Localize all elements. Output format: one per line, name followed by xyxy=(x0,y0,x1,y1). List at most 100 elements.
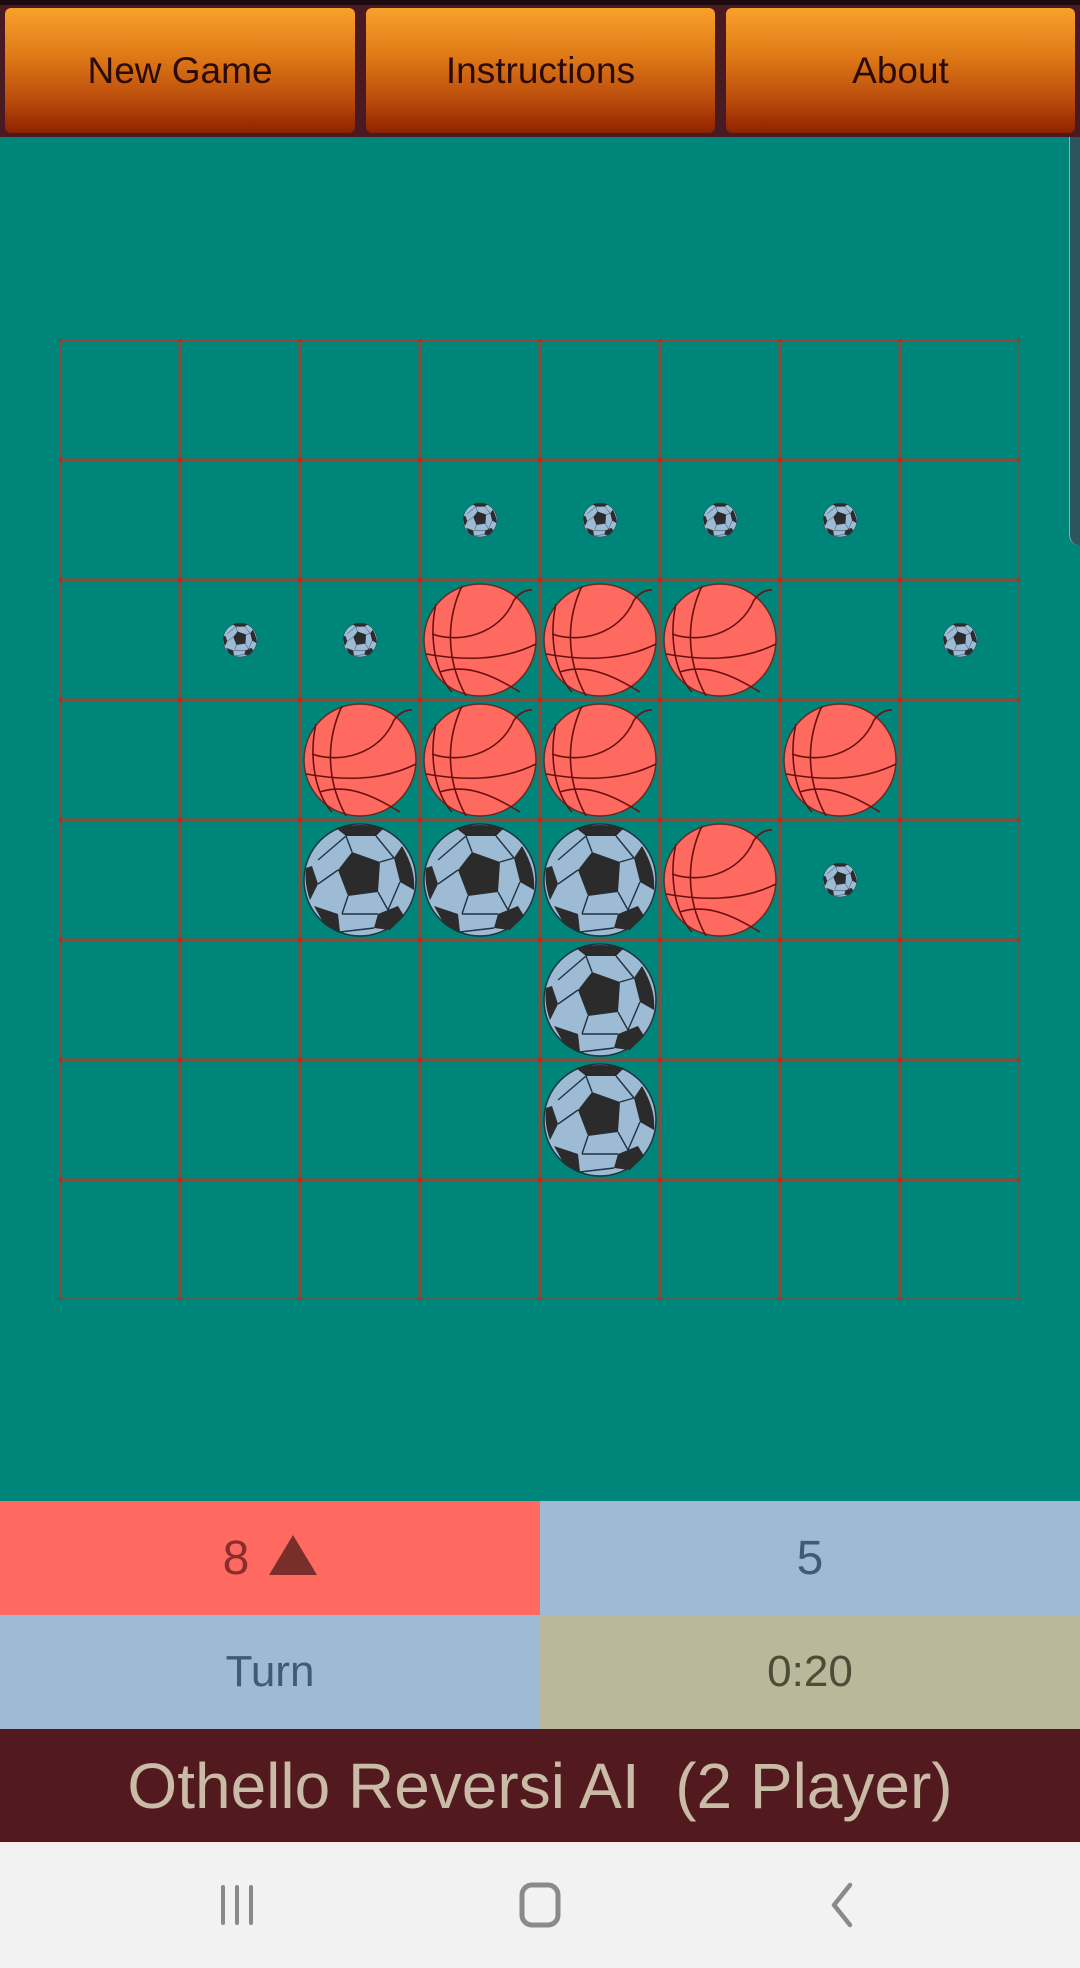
board-cell-r7-c2[interactable] xyxy=(300,1180,420,1300)
board-cell-r7-c1[interactable] xyxy=(180,1180,300,1300)
board-cell-r6-c5[interactable] xyxy=(660,1060,780,1180)
basketball-piece xyxy=(783,703,897,817)
back-button[interactable] xyxy=(803,1875,883,1935)
board-cell-r5-c5[interactable] xyxy=(660,940,780,1060)
soccer-piece xyxy=(543,943,657,1057)
board-cell-r6-c0[interactable] xyxy=(60,1060,180,1180)
soccer-move-hint-icon[interactable] xyxy=(942,622,978,658)
board-cell-r6-c1[interactable] xyxy=(180,1060,300,1180)
board-cell-r6-c3[interactable] xyxy=(420,1060,540,1180)
grid-intersection-dot xyxy=(177,1177,183,1183)
instructions-button[interactable]: Instructions xyxy=(366,8,715,133)
grid-intersection-dot xyxy=(657,1177,663,1183)
board-cell-r6-c7[interactable] xyxy=(900,1060,1020,1180)
turn-indicator-triangle-icon xyxy=(269,1535,318,1575)
grid-intersection-dot xyxy=(657,457,663,463)
board-cell-r5-c2[interactable] xyxy=(300,940,420,1060)
soccer-move-hint-icon[interactable] xyxy=(342,622,378,658)
home-button[interactable] xyxy=(500,1875,580,1935)
board-cell-r1-c1[interactable] xyxy=(180,460,300,580)
grid-intersection-dot xyxy=(297,817,303,823)
board-cell-r6-c2[interactable] xyxy=(300,1060,420,1180)
soccer-move-hint-icon[interactable] xyxy=(822,862,858,898)
board-cell-r0-c4[interactable] xyxy=(540,340,660,460)
grid-intersection-dot xyxy=(897,817,903,823)
board-cell-r7-c5[interactable] xyxy=(660,1180,780,1300)
board-cell-r5-c0[interactable] xyxy=(60,940,180,1060)
new-game-button[interactable]: New Game xyxy=(5,8,355,133)
grid-intersection-dot xyxy=(417,1057,423,1063)
grid-intersection-dot xyxy=(177,1057,183,1063)
board-cell-r5-c6[interactable] xyxy=(780,940,900,1060)
grid-intersection-dot xyxy=(297,697,303,703)
board-cell-r3-c1[interactable] xyxy=(180,700,300,820)
grid-intersection-dot xyxy=(777,1177,783,1183)
soccer-move-hint-icon[interactable] xyxy=(702,502,738,538)
board-cell-r0-c1[interactable] xyxy=(180,340,300,460)
board-cell-r7-c7[interactable] xyxy=(900,1180,1020,1300)
grid-intersection-dot xyxy=(777,457,783,463)
board-cell-r4-c0[interactable] xyxy=(60,820,180,940)
board-cell-r6-c6[interactable] xyxy=(780,1060,900,1180)
board-cell-r5-c1[interactable] xyxy=(180,940,300,1060)
grid-intersection-dot xyxy=(297,1177,303,1183)
board-cell-r3-c7[interactable] xyxy=(900,700,1020,820)
board-cell-r3-c5[interactable] xyxy=(660,700,780,820)
soccer-move-hint-icon[interactable] xyxy=(822,502,858,538)
board-cell-r4-c1[interactable] xyxy=(180,820,300,940)
grid-intersection-dot xyxy=(657,697,663,703)
board-cell-r2-c6[interactable] xyxy=(780,580,900,700)
grid-intersection-dot xyxy=(177,817,183,823)
system-nav-bar xyxy=(0,1842,1080,1968)
board-cell-r0-c7[interactable] xyxy=(900,340,1020,460)
board-cell-r0-c3[interactable] xyxy=(420,340,540,460)
grid-intersection-dot xyxy=(417,457,423,463)
soccer-move-hint-icon[interactable] xyxy=(222,622,258,658)
grid-intersection-dot xyxy=(657,817,663,823)
grid-intersection-dot xyxy=(537,577,543,583)
board-cell-r0-c6[interactable] xyxy=(780,340,900,460)
grid-intersection-dot xyxy=(417,1177,423,1183)
grid-intersection-dot xyxy=(777,937,783,943)
grid-intersection-dot xyxy=(777,1057,783,1063)
grid-intersection-dot xyxy=(177,577,183,583)
basketball-piece xyxy=(663,583,777,697)
soccer-score-value: 5 xyxy=(796,1531,824,1585)
grid-intersection-dot xyxy=(777,697,783,703)
board-cell-r7-c3[interactable] xyxy=(420,1180,540,1300)
soccer-piece xyxy=(303,823,417,937)
grid-intersection-dot xyxy=(537,697,543,703)
board-cell-r0-c0[interactable] xyxy=(60,340,180,460)
timer: 0:20 xyxy=(540,1615,1080,1729)
board-cell-r5-c7[interactable] xyxy=(900,940,1020,1060)
game-board xyxy=(59,339,1020,1300)
board-cell-r7-c6[interactable] xyxy=(780,1180,900,1300)
basketball-piece xyxy=(543,703,657,817)
board-cell-r2-c0[interactable] xyxy=(60,580,180,700)
scrollbar[interactable] xyxy=(1069,137,1080,545)
board-cell-r1-c0[interactable] xyxy=(60,460,180,580)
board-cell-r0-c5[interactable] xyxy=(660,340,780,460)
grid-intersection-dot xyxy=(417,937,423,943)
recents-button[interactable] xyxy=(197,1875,277,1935)
turn-label: Turn xyxy=(0,1615,540,1729)
grid-intersection-dot xyxy=(177,697,183,703)
board-cell-r4-c7[interactable] xyxy=(900,820,1020,940)
board-cell-r5-c3[interactable] xyxy=(420,940,540,1060)
board-cell-r7-c0[interactable] xyxy=(60,1180,180,1300)
grid-intersection-dot xyxy=(657,577,663,583)
soccer-piece xyxy=(423,823,537,937)
board-cell-r1-c2[interactable] xyxy=(300,460,420,580)
toolbar: New Game Instructions About xyxy=(0,0,1080,137)
grid-intersection-dot xyxy=(537,457,543,463)
board-cell-r7-c4[interactable] xyxy=(540,1180,660,1300)
board-cell-r0-c2[interactable] xyxy=(300,340,420,460)
soccer-move-hint-icon[interactable] xyxy=(462,502,498,538)
board-cell-r1-c7[interactable] xyxy=(900,460,1020,580)
timer-value: 0:20 xyxy=(767,1647,853,1696)
soccer-move-hint-icon[interactable] xyxy=(582,502,618,538)
board-cell-r3-c0[interactable] xyxy=(60,700,180,820)
grid-intersection-dot xyxy=(177,937,183,943)
app-title: Othello Reversi AI (2 Player) xyxy=(127,1749,953,1822)
about-button[interactable]: About xyxy=(726,8,1075,133)
